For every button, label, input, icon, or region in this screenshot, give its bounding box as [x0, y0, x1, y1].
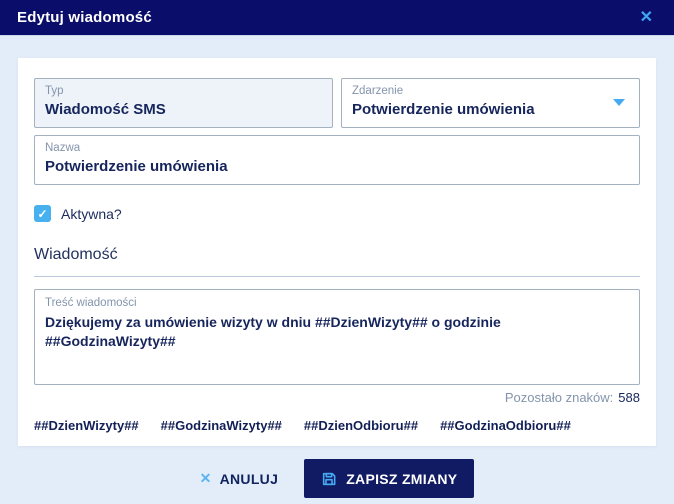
close-icon[interactable]: ✕ — [636, 8, 657, 28]
cancel-x-icon: ✕ — [199, 470, 212, 486]
tag-dzien-odbioru[interactable]: ##DzienOdbioru## — [304, 418, 418, 433]
tag-godzina-wizyty[interactable]: ##GodzinaWizyty## — [161, 418, 282, 433]
chevron-down-icon[interactable] — [613, 99, 625, 106]
tag-dzien-wizyty[interactable]: ##DzienWizyty## — [34, 418, 139, 433]
active-checkbox-row[interactable]: ✓ Aktywna? — [34, 205, 640, 222]
message-content-label: Treść wiadomości — [45, 297, 137, 309]
name-field-label: Nazwa — [45, 142, 81, 154]
event-select-label: Zdarzenie — [352, 85, 404, 97]
dialog-body: Typ Zdarzenie Potwierdzenie umówienia Na… — [18, 58, 656, 446]
name-field-input[interactable] — [45, 157, 629, 177]
chars-remaining: Pozostało znaków: 588 — [34, 390, 640, 405]
chars-remaining-value: 588 — [618, 390, 640, 405]
cancel-button[interactable]: ✕ ANULUJ — [200, 470, 279, 487]
active-checkbox[interactable]: ✓ — [34, 205, 51, 222]
type-event-row: Typ Zdarzenie Potwierdzenie umówienia — [34, 78, 640, 128]
type-field-label: Typ — [45, 85, 64, 97]
save-button[interactable]: ZAPISZ ZMIANY — [304, 459, 475, 498]
event-select-value: Potwierdzenie umówienia — [352, 101, 535, 118]
active-checkbox-label: Aktywna? — [61, 205, 122, 222]
message-content-textarea[interactable]: Dziękujemy za umówienie wizyty w dniu ##… — [45, 313, 629, 379]
event-select[interactable]: Zdarzenie Potwierdzenie umówienia — [341, 78, 640, 128]
dialog-title: Edytuj wiadomość — [17, 9, 152, 26]
cancel-button-label: ANULUJ — [219, 470, 279, 487]
type-field-input — [45, 100, 322, 120]
checkmark-icon: ✓ — [37, 206, 48, 221]
section-divider — [34, 276, 640, 277]
message-section-heading: Wiadomość — [34, 246, 118, 263]
placeholder-tags-row: ##DzienWizyty## ##GodzinaWizyty## ##Dzie… — [34, 418, 640, 433]
name-field[interactable]: Nazwa — [34, 135, 640, 185]
save-floppy-icon — [323, 472, 336, 485]
chars-remaining-label: Pozostało znaków: — [504, 390, 614, 405]
message-content-field[interactable]: Treść wiadomości Dziękujemy za umówienie… — [34, 289, 640, 385]
dialog-header: Edytuj wiadomość ✕ — [0, 0, 674, 36]
tag-godzina-odbioru[interactable]: ##GodzinaOdbioru## — [440, 418, 571, 433]
dialog-footer: ✕ ANULUJ ZAPISZ ZMIANY — [0, 459, 674, 498]
save-button-label: ZAPISZ ZMIANY — [346, 470, 458, 487]
type-field: Typ — [34, 78, 333, 128]
